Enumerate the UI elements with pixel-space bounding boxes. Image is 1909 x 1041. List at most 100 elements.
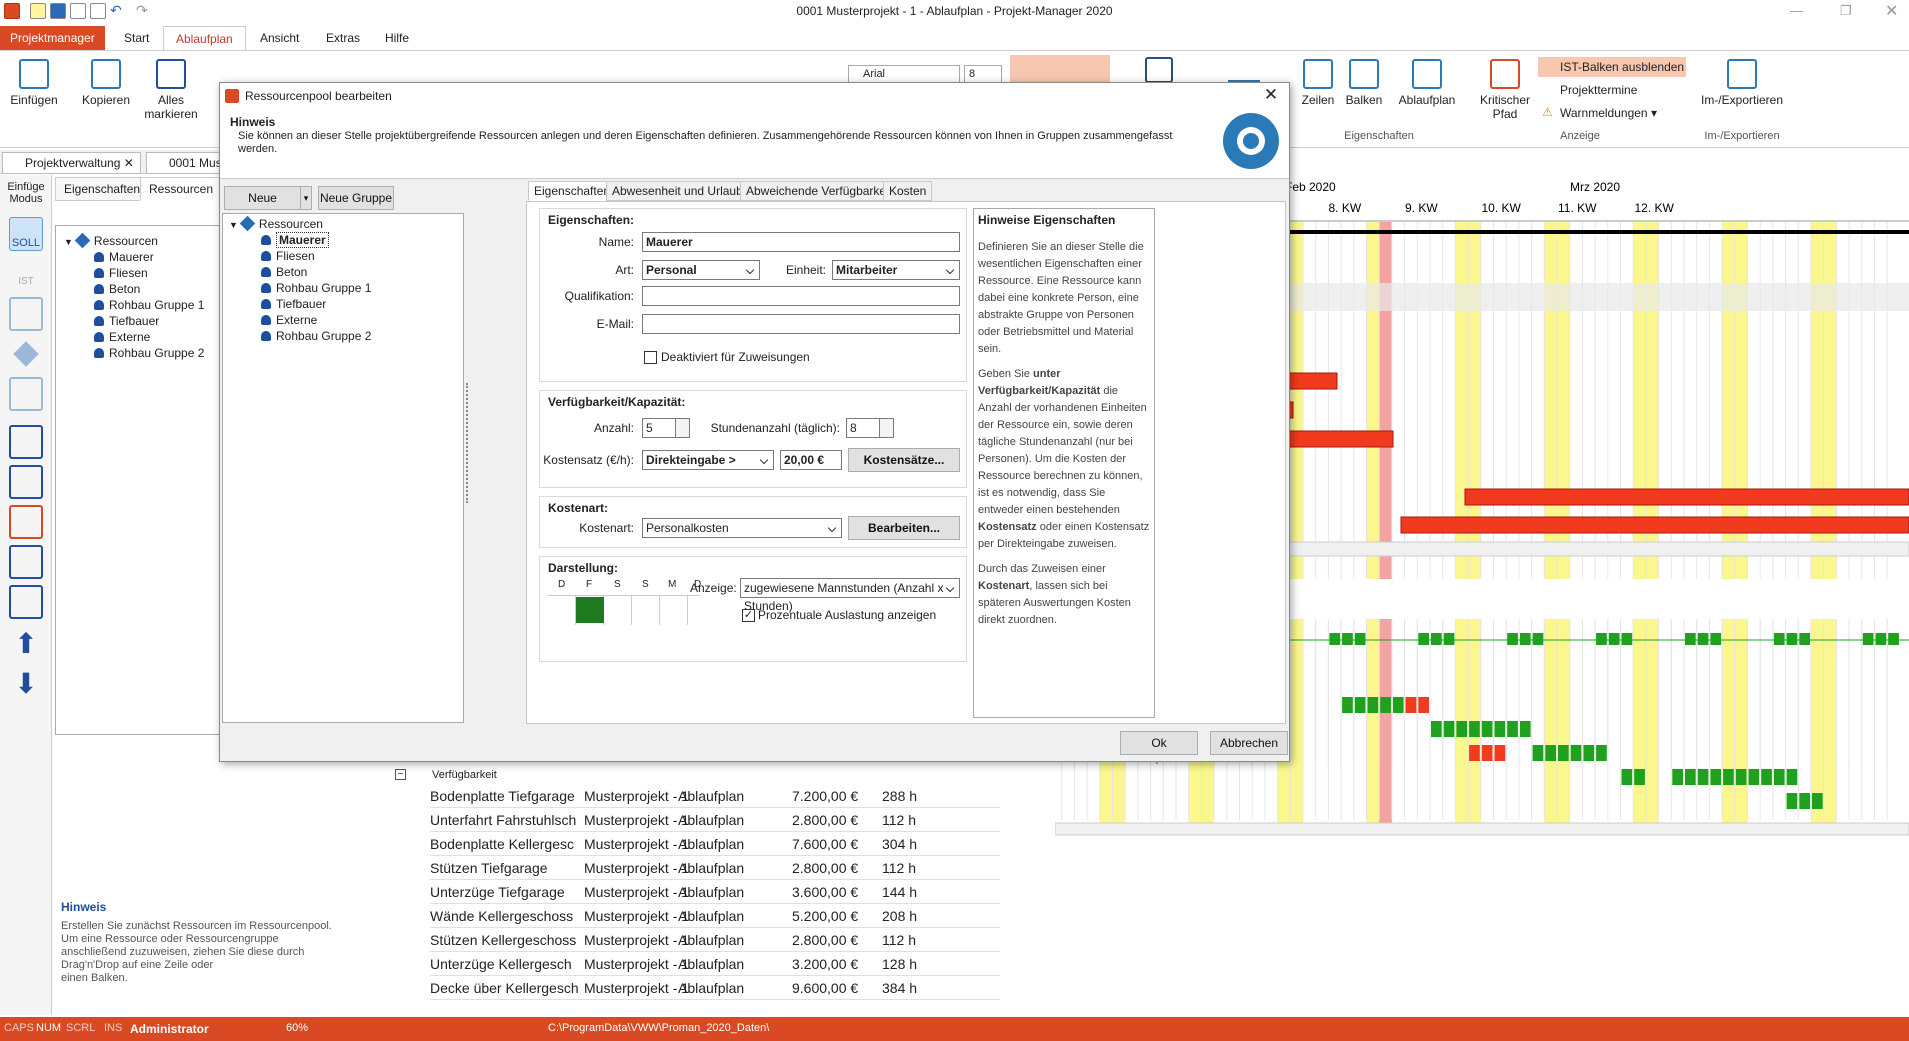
ist-mode-button[interactable]: IST [9, 257, 43, 291]
table-row[interactable]: Decke über Kellergesch Musterprojekt - 1A… [430, 976, 1000, 1000]
tab-abwesenheit[interactable]: Abwesenheit und Urlaub [606, 181, 749, 201]
anzahl-input[interactable]: 5 [642, 418, 676, 438]
table-row[interactable]: Unterzüge Kellergesch Musterprojekt - 1 Ab… [430, 952, 1000, 976]
tab-abweichende-verfuegbarkeit[interactable]: Abweichende Verfügbarkeit [740, 181, 899, 201]
tab-eigenschaften[interactable]: Eigenschaften [528, 181, 617, 201]
subtab-ressourcen[interactable]: Ressourcen [140, 177, 223, 201]
table-row[interactable]: Wände Kellergeschoss Musterprojekt - 1 Abl… [430, 904, 1000, 928]
table-row[interactable]: Bodenplatte Kellergesc Musterprojekt - 1A… [430, 832, 1000, 856]
tab-projektmanager[interactable]: Projektmanager [0, 26, 105, 50]
stunden-spinner[interactable] [880, 418, 894, 438]
dialog-tree-item-selected[interactable]: Mauerer [229, 232, 371, 248]
name-input[interactable]: Mauerer [642, 232, 960, 252]
art-select[interactable]: Personal [642, 260, 760, 280]
kostensatz-input[interactable]: 20,00 € [780, 450, 842, 470]
add-row-icon[interactable] [9, 465, 43, 499]
image-icon[interactable] [9, 377, 43, 411]
bar-icon[interactable] [9, 425, 43, 459]
tab-kosten[interactable]: Kosten [883, 181, 933, 201]
close-window-icon[interactable]: ✕ [1885, 1, 1898, 21]
tree-item[interactable]: Rohbau Gruppe 1 [64, 297, 204, 313]
prozent-checkbox[interactable]: ✓ [742, 609, 755, 622]
stunden-input[interactable]: 8 [846, 418, 880, 438]
kopieren-button[interactable]: Kopieren [80, 59, 132, 107]
font-name-select[interactable]: Arial [848, 65, 960, 83]
tab-ablaufplan[interactable]: Ablaufplan [163, 26, 246, 50]
new-resource-dropdown[interactable]: ▾ [300, 186, 312, 210]
font-size-select[interactable]: 8 [964, 65, 1002, 83]
dialog-tree-item[interactable]: Rohbau Gruppe 1 [229, 280, 371, 296]
tree-item[interactable]: Tiefbauer [64, 313, 204, 329]
tree-item[interactable]: Externe [64, 329, 204, 345]
minimize-icon[interactable]: — [1790, 3, 1803, 18]
new-resource-button[interactable]: Neue Ressource [224, 186, 300, 227]
new-group-button[interactable]: Neue Gruppe [318, 186, 394, 210]
einfuegen-button[interactable]: Einfügen [8, 59, 60, 107]
tab-ansicht[interactable]: Ansicht [248, 26, 311, 50]
kostensatz-mode-select[interactable]: Direkteingabe > [642, 450, 774, 470]
tab-project[interactable]: 0001 Mus [146, 152, 229, 174]
ablaufplan-button[interactable]: Ablaufplan [1392, 59, 1462, 107]
tree-item[interactable]: Rohbau Gruppe 2 [64, 345, 204, 361]
dialog-tree-item[interactable]: Beton [229, 264, 371, 280]
splitter-handle[interactable] [466, 383, 469, 503]
zeilen-label: Zeilen [1301, 93, 1335, 107]
alles-markieren-button[interactable]: Alles markieren [143, 59, 199, 121]
warnmeldungen-button[interactable]: ⚠ Warnmeldungen ▾ [1542, 105, 1657, 120]
active-tool-highlight[interactable] [1010, 55, 1110, 85]
table-row[interactable]: Unterfahrt Fahrstuhlsch Musterprojekt - 1… [430, 808, 1000, 832]
tab-hilfe[interactable]: Hilfe [373, 26, 421, 50]
qualifikation-input[interactable] [642, 286, 960, 306]
table-row[interactable]: Bodenplatte Tiefgarage Musterprojekt - 1A… [430, 784, 1000, 808]
tab-start[interactable]: Start [112, 26, 161, 50]
tree-root[interactable]: ▼ Ressourcen [64, 232, 204, 249]
person-icon [261, 299, 271, 309]
dialog-tree-item[interactable]: Tiefbauer [229, 296, 371, 312]
kritischer-pfad-button[interactable]: Kritischer Pfad [1474, 59, 1536, 121]
anzeige-select[interactable]: zugewiesene Mannstunden (Anzahl x Stunde… [740, 578, 960, 613]
table-row[interactable]: Unterzüge Tiefgarage Musterprojekt - 1 Abl… [430, 880, 1000, 904]
tree-item[interactable]: Mauerer [64, 249, 204, 265]
table-row[interactable]: Stützen Tiefgarage Musterprojekt - 1 Ablau… [430, 856, 1000, 880]
table-row[interactable]: Stützen Kellergeschoss Musterprojekt - 1A… [430, 928, 1000, 952]
tab-projektverwaltung[interactable]: Projektverwaltung ✕ [2, 152, 141, 174]
briefcase-icon[interactable] [1145, 57, 1173, 83]
subtab-eigenschaften[interactable]: Eigenschaften [55, 177, 150, 201]
indent-icon[interactable] [9, 545, 43, 579]
projekttermine-button[interactable]: Projekttermine [1542, 83, 1637, 97]
restore-icon[interactable]: ❐ [1840, 3, 1852, 19]
bearbeiten-button[interactable]: Bearbeiten... [848, 516, 960, 540]
zeilen-button[interactable]: Zeilen [1296, 59, 1340, 107]
tab-extras[interactable]: Extras [314, 26, 372, 50]
dialog-tree-root[interactable]: ▼ Ressourcen [229, 215, 371, 232]
remove-row-icon[interactable] [9, 505, 43, 539]
outdent-icon[interactable] [9, 585, 43, 619]
dialog-tree-item[interactable]: Fliesen [229, 248, 371, 264]
email-input[interactable] [642, 314, 960, 334]
milestone-icon[interactable] [9, 337, 43, 371]
anzahl-spinner[interactable] [676, 418, 690, 438]
ist-balken-button[interactable]: IST-Balken ausblenden [1538, 57, 1686, 77]
tree-item[interactable]: Fliesen [64, 265, 204, 281]
einheit-select[interactable]: Mitarbeiter [832, 260, 960, 280]
text-tool-icon[interactable] [9, 297, 43, 331]
collapse-icon[interactable]: − [395, 769, 406, 780]
dialog-close-icon[interactable]: ✕ [1261, 86, 1281, 106]
kostenart-select[interactable]: Personalkosten [642, 518, 842, 538]
close-tab-icon[interactable]: ✕ [124, 156, 134, 170]
move-up-icon[interactable]: ⬆ [9, 627, 43, 661]
move-down-icon[interactable]: ⬇ [9, 667, 43, 701]
deaktiviert-checkbox[interactable] [644, 351, 657, 364]
balken-button[interactable]: Balken [1340, 59, 1388, 107]
soll-mode-button[interactable]: SOLL [9, 217, 43, 251]
tree-item[interactable]: Beton [64, 281, 204, 297]
dialog-tree-item[interactable]: Rohbau Gruppe 2 [229, 328, 371, 344]
im-export-button[interactable]: Im-/Exportieren [1696, 59, 1788, 107]
cancel-button[interactable]: Abbrechen [1210, 731, 1288, 755]
kostensaetze-button[interactable]: Kostensätze... [848, 448, 960, 472]
ok-button[interactable]: Ok [1120, 731, 1198, 755]
chart-icon[interactable] [1228, 57, 1260, 83]
dialog-tree-item[interactable]: Externe [229, 312, 371, 328]
markieren-label: markieren [144, 107, 198, 121]
workload-cell [1469, 745, 1480, 761]
